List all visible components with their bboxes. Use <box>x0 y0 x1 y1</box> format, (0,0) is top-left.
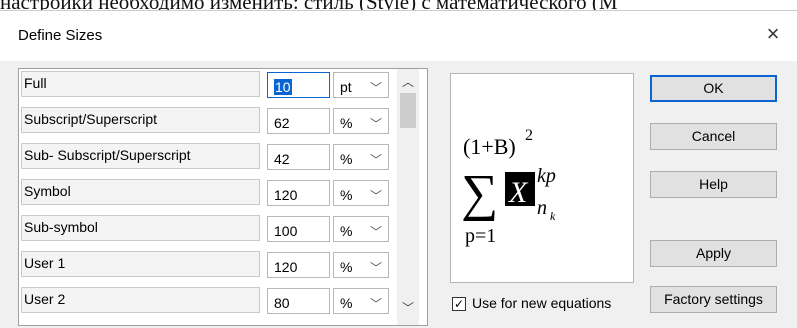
scroll-thumb[interactable] <box>400 93 416 128</box>
size-row-full: Full 10 pt ﹀ <box>21 71 417 99</box>
size-row-user2: User 2 80 % ﹀ <box>21 287 417 315</box>
unit-select[interactable]: % ﹀ <box>333 288 389 314</box>
use-for-new-label: Use for new equations <box>472 295 612 311</box>
size-label: Full <box>21 71 260 97</box>
vertical-scrollbar[interactable]: ︿ ﹀ <box>397 69 419 325</box>
size-row-sub-subscript: Sub- Subscript/Superscript 42 % ﹀ <box>21 143 417 171</box>
size-label: Subscript/Superscript <box>21 107 260 133</box>
preview-equation-svg: (1+B) 2 ∑ X kp n k p=1 <box>461 127 556 247</box>
size-row-user1: User 1 120 % ﹀ <box>21 251 417 279</box>
size-label: User 2 <box>21 287 260 313</box>
unit-select[interactable]: % ﹀ <box>333 144 389 170</box>
size-row-symbol: Symbol 120 % ﹀ <box>21 179 417 207</box>
superscript-text: kp <box>537 165 556 187</box>
scroll-up-icon[interactable]: ︿ <box>397 73 419 91</box>
chevron-down-icon: ﹀ <box>369 261 382 275</box>
apply-button[interactable]: Apply <box>650 240 777 267</box>
ok-button[interactable]: OK <box>650 75 777 102</box>
size-value-input[interactable]: 80 <box>267 288 330 314</box>
size-label: Sub- Subscript/Superscript <box>21 143 260 169</box>
lower-limit: p=1 <box>465 225 496 247</box>
chevron-down-icon: ﹀ <box>369 153 382 167</box>
size-row-sub-symbol: Sub-symbol 100 % ﹀ <box>21 215 417 243</box>
chevron-down-icon: ﹀ <box>369 117 382 131</box>
size-value-input[interactable]: 120 <box>267 252 330 278</box>
factory-settings-button[interactable]: Factory settings <box>650 286 777 313</box>
close-icon[interactable]: × <box>759 21 787 49</box>
unit-select[interactable]: % ﹀ <box>333 108 389 134</box>
size-value-input[interactable]: 100 <box>267 216 330 242</box>
chevron-down-icon: ﹀ <box>369 225 382 239</box>
highlighted-variable: X <box>508 176 529 209</box>
title-bar: Define Sizes × <box>0 11 797 61</box>
sum-symbol: ∑ <box>461 165 498 222</box>
sizes-grid: Full 10 pt ﹀ Subscript/Superscript 62 % ﹀ … <box>18 68 428 326</box>
dialog-title: Define Sizes <box>18 27 103 44</box>
unit-text: pt <box>340 79 352 95</box>
subscript-sub: k <box>550 209 556 223</box>
size-value-input[interactable]: 62 <box>267 108 330 134</box>
size-value-input[interactable]: 120 <box>267 180 330 206</box>
unit-text: % <box>340 295 353 311</box>
unit-text: % <box>340 187 353 203</box>
unit-text: % <box>340 223 353 239</box>
chevron-down-icon: ﹀ <box>369 189 382 203</box>
top-expression: (1+B) <box>463 134 516 159</box>
unit-select[interactable]: pt ﹀ <box>333 72 389 98</box>
unit-select[interactable]: % ﹀ <box>333 216 389 242</box>
chevron-down-icon: ﹀ <box>369 81 382 95</box>
size-value-input[interactable]: 42 <box>267 144 330 170</box>
size-value-text: 10 <box>274 79 292 95</box>
define-sizes-dialog: Define Sizes × Full 10 pt ﹀ Subscript/Sup… <box>0 10 797 328</box>
unit-text: % <box>340 259 353 275</box>
equation-preview: (1+B) 2 ∑ X kp n k p=1 <box>450 73 634 283</box>
size-label: Sub-symbol <box>21 215 260 241</box>
cancel-button[interactable]: Cancel <box>650 123 777 150</box>
use-for-new-checkbox[interactable]: ✓ <box>452 297 466 311</box>
size-row-subscript: Subscript/Superscript 62 % ﹀ <box>21 107 417 135</box>
size-label: Symbol <box>21 179 260 205</box>
unit-select[interactable]: % ﹀ <box>333 252 389 278</box>
size-label: User 1 <box>21 251 260 277</box>
scroll-down-icon[interactable]: ﹀ <box>397 299 419 317</box>
chevron-down-icon: ﹀ <box>369 297 382 311</box>
top-exponent: 2 <box>525 127 533 144</box>
unit-select[interactable]: % ﹀ <box>333 180 389 206</box>
help-button[interactable]: Help <box>650 171 777 198</box>
unit-text: % <box>340 151 353 167</box>
check-icon: ✓ <box>453 297 465 311</box>
size-value-input[interactable]: 10 <box>267 72 330 98</box>
unit-text: % <box>340 115 353 131</box>
subscript-base: n <box>537 197 547 219</box>
